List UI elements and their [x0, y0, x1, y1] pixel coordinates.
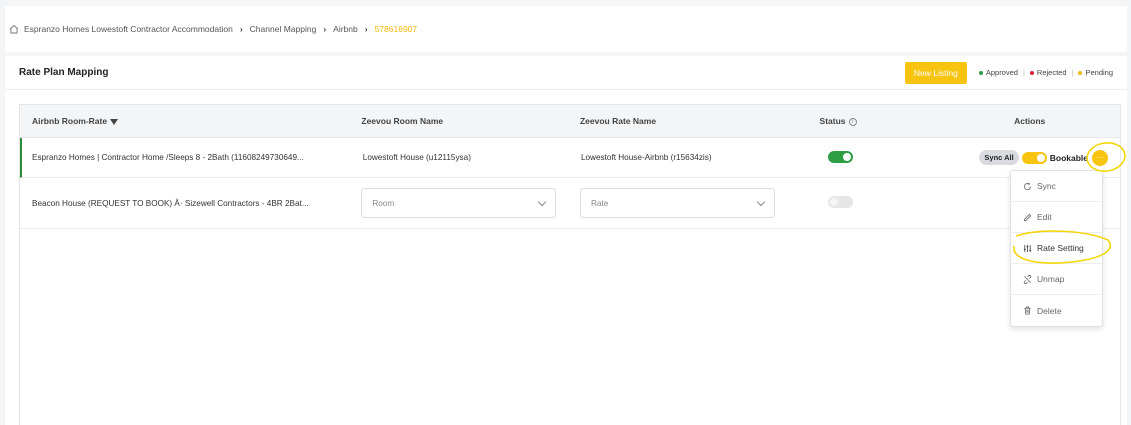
menu-item-unmap[interactable]: Unmap — [1011, 264, 1102, 295]
breadcrumb-item-channel-mapping[interactable]: Channel Mapping — [250, 24, 317, 34]
page-header: Rate Plan Mapping New Listing Approved |… — [5, 56, 1127, 90]
home-icon[interactable] — [9, 24, 19, 34]
table-header: Airbnb Room-Rate Zeevou Room Name Zeevou… — [20, 105, 1120, 138]
sync-icon — [1021, 182, 1033, 191]
breadcrumb-item-property[interactable]: Espranzo Homes Lowestoft Contractor Acco… — [24, 24, 233, 34]
breadcrumb-item-airbnb[interactable]: Airbnb — [333, 24, 358, 34]
unlink-icon — [1021, 274, 1033, 284]
menu-item-rate-setting[interactable]: Rate Setting — [1011, 233, 1102, 264]
room-rate-cell: Espranzo Homes | Contractor Home /Sleeps… — [32, 153, 304, 162]
more-icon: ··· — [1096, 153, 1104, 162]
approved-dot-icon — [978, 70, 983, 75]
rate-select[interactable]: Rate — [579, 188, 775, 218]
menu-item-delete[interactable]: Delete — [1011, 295, 1102, 326]
chevron-right-icon: › — [364, 24, 368, 34]
edit-icon — [1021, 213, 1033, 222]
bookable-toggle[interactable] — [1021, 151, 1047, 164]
chevron-down-icon — [756, 197, 766, 206]
column-actions: Actions — [1014, 116, 1046, 126]
mapping-table: Airbnb Room-Rate Zeevou Room Name Zeevou… — [19, 104, 1121, 425]
table-row: Beacon House (REQUEST TO BOOK) Â· Sizewe… — [20, 178, 1120, 229]
filter-icon[interactable] — [110, 118, 119, 125]
room-select-placeholder: Room — [372, 198, 395, 208]
column-rate-name: Zeevou Rate Name — [579, 116, 657, 126]
room-name-cell: Lowestoft House (u12115ysa) — [362, 153, 471, 162]
rejected-dot-icon — [1029, 70, 1034, 75]
chevron-right-icon: › — [239, 24, 243, 34]
trash-icon — [1021, 306, 1033, 315]
status-toggle[interactable] — [827, 196, 853, 208]
sliders-icon — [1021, 244, 1033, 253]
breadcrumb-current: 578616907 — [374, 24, 418, 34]
bookable-label: Bookable — [1049, 152, 1088, 163]
status-legend: Approved | Rejected | Pending — [978, 68, 1113, 77]
column-room-rate: Airbnb Room-Rate — [20, 116, 361, 126]
menu-item-edit[interactable]: Edit — [1011, 202, 1102, 233]
chevron-right-icon: › — [323, 24, 327, 34]
column-room-name: Zeevou Room Name — [361, 116, 444, 126]
breadcrumb: Espranzo Homes Lowestoft Contractor Acco… — [5, 6, 1127, 52]
menu-item-sync[interactable]: Sync — [1011, 171, 1102, 202]
rate-name-cell: Lowestoft House-Airbnb (r15634zis) — [580, 153, 712, 162]
room-rate-cell: Beacon House (REQUEST TO BOOK) Â· Sizewe… — [32, 198, 309, 208]
chevron-down-icon — [538, 197, 547, 206]
sync-all-button[interactable]: Sync All — [979, 150, 1019, 165]
more-options-button[interactable]: ··· — [1092, 149, 1108, 166]
table-row: Espranzo Homes | Contractor Home /Sleeps… — [20, 138, 1120, 178]
column-status: Status i — [820, 116, 940, 126]
content-panel: Airbnb Room-Rate Zeevou Room Name Zeevou… — [5, 90, 1127, 425]
room-select[interactable]: Room — [361, 188, 557, 218]
pending-dot-icon — [1078, 70, 1083, 75]
actions-dropdown-menu: Sync Edit Rate Setting Unmap Delete — [1010, 170, 1103, 327]
info-icon[interactable]: i — [848, 117, 857, 126]
new-listing-button[interactable]: New Listing — [904, 61, 967, 84]
legend-approved: Approved — [985, 68, 1018, 77]
legend-rejected: Rejected — [1036, 68, 1067, 77]
page-title: Rate Plan Mapping — [19, 67, 109, 78]
legend-pending: Pending — [1085, 68, 1113, 77]
rate-select-placeholder: Rate — [590, 198, 609, 208]
row-actions: Sync All Bookable ··· — [940, 149, 1120, 166]
status-toggle[interactable] — [828, 150, 854, 163]
